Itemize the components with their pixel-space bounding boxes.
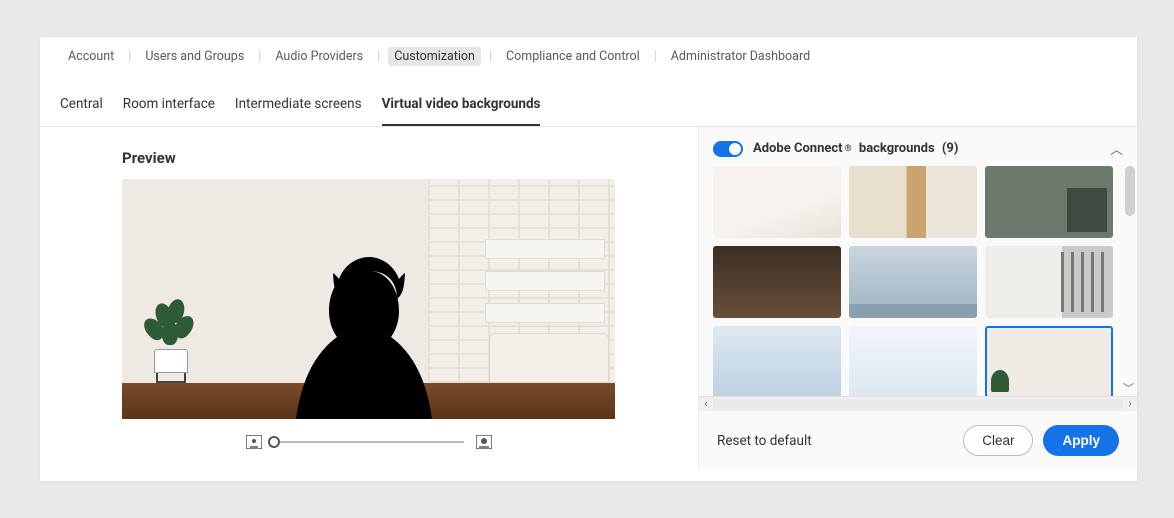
tab-central[interactable]: Central xyxy=(60,96,103,126)
scroll-left-icon[interactable]: ‹ xyxy=(699,397,713,410)
bg-thumb[interactable] xyxy=(985,246,1113,318)
tab-room-interface[interactable]: Room interface xyxy=(123,96,215,126)
bg-thumb[interactable] xyxy=(713,166,841,238)
tab-virtual-video-backgrounds[interactable]: Virtual video backgrounds xyxy=(382,96,541,126)
bg-thumb[interactable] xyxy=(713,326,841,396)
crumb-account[interactable]: Account xyxy=(62,47,120,66)
horizontal-scrollbar[interactable]: ‹ › xyxy=(699,396,1137,410)
zoom-in-icon xyxy=(476,435,492,449)
apply-button[interactable]: Apply xyxy=(1043,425,1119,456)
crumb-users-groups[interactable]: Users and Groups xyxy=(139,47,250,66)
breadcrumb: Account| Users and Groups| Audio Provide… xyxy=(40,37,1137,66)
bg-thumb[interactable] xyxy=(849,326,977,396)
backgrounds-grid xyxy=(699,166,1137,396)
chevron-down-icon[interactable]: ﹀ xyxy=(1123,380,1134,396)
bg-thumb[interactable] xyxy=(713,246,841,318)
crumb-customization[interactable]: Customization xyxy=(388,47,481,66)
tabs: Central Room interface Intermediate scre… xyxy=(40,96,1137,127)
crumb-admin-dashboard[interactable]: Administrator Dashboard xyxy=(665,47,816,66)
preview-image xyxy=(122,179,615,419)
bg-thumb[interactable] xyxy=(985,326,1113,396)
reset-to-default-link[interactable]: Reset to default xyxy=(717,433,812,449)
backgrounds-title: Adobe Connect® backgrounds (9) xyxy=(753,141,958,156)
clear-button[interactable]: Clear xyxy=(963,425,1033,456)
crumb-compliance[interactable]: Compliance and Control xyxy=(500,47,646,66)
backgrounds-toggle[interactable] xyxy=(713,141,743,157)
bg-thumb[interactable] xyxy=(849,166,977,238)
registered-icon: ® xyxy=(845,144,852,154)
zoom-slider[interactable] xyxy=(274,441,464,443)
scroll-right-icon[interactable]: › xyxy=(1123,397,1137,410)
zoom-slider-handle[interactable] xyxy=(268,436,280,448)
person-silhouette-icon xyxy=(284,251,454,419)
bg-thumb[interactable] xyxy=(985,166,1113,238)
vertical-scrollbar[interactable]: ﹀ xyxy=(1125,166,1135,396)
bg-thumb[interactable] xyxy=(849,246,977,318)
crumb-audio-providers[interactable]: Audio Providers xyxy=(269,47,369,66)
chevron-up-icon[interactable]: ︿ xyxy=(1110,139,1123,158)
tab-intermediate-screens[interactable]: Intermediate screens xyxy=(235,96,362,126)
zoom-out-icon xyxy=(246,435,262,449)
preview-title: Preview xyxy=(122,149,656,167)
